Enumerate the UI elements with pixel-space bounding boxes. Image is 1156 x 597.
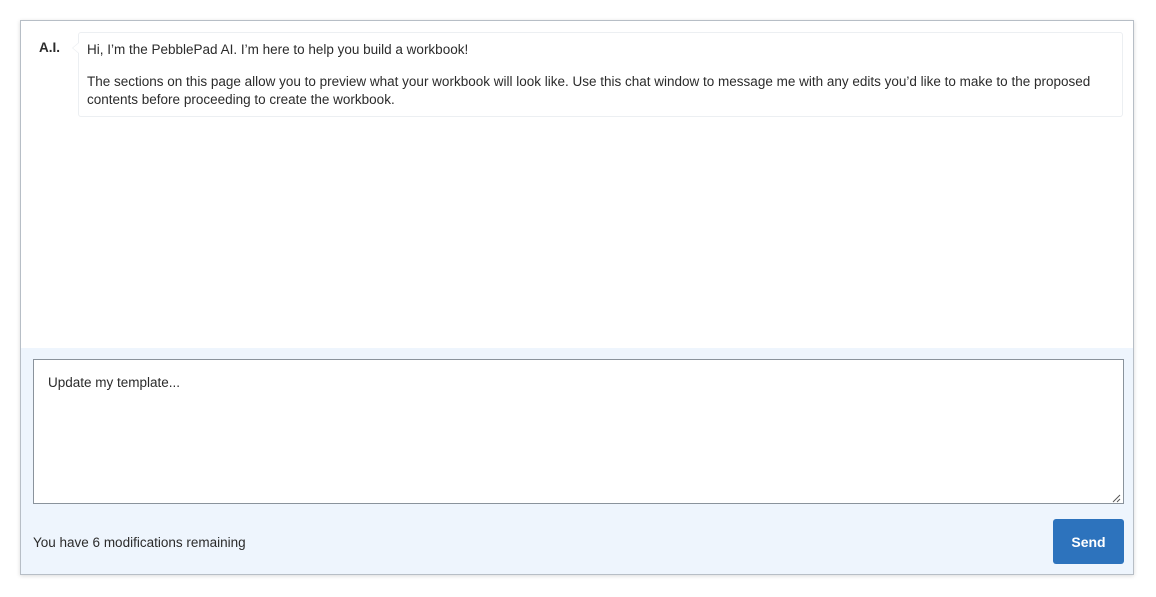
message-author: A.I.: [39, 40, 61, 55]
resize-handle-icon[interactable]: [1112, 494, 1121, 503]
send-button[interactable]: Send: [1053, 519, 1124, 564]
ai-chat-panel: A.I. Hi, I’m the PebblePad AI. I’m here …: [20, 20, 1134, 575]
bubble-tail: [72, 42, 79, 54]
chat-history[interactable]: A.I. Hi, I’m the PebblePad AI. I’m here …: [21, 21, 1133, 349]
message-composer: You have 6 modifications remaining Send: [21, 348, 1133, 574]
message-input[interactable]: [33, 359, 1124, 504]
modifications-remaining: You have 6 modifications remaining: [33, 535, 246, 550]
message-paragraph: Hi, I’m the PebblePad AI. I’m here to he…: [87, 42, 469, 57]
message-bubble: Hi, I’m the PebblePad AI. I’m here to he…: [72, 32, 1123, 117]
message-paragraph: The sections on this page allow you to p…: [87, 74, 1091, 107]
